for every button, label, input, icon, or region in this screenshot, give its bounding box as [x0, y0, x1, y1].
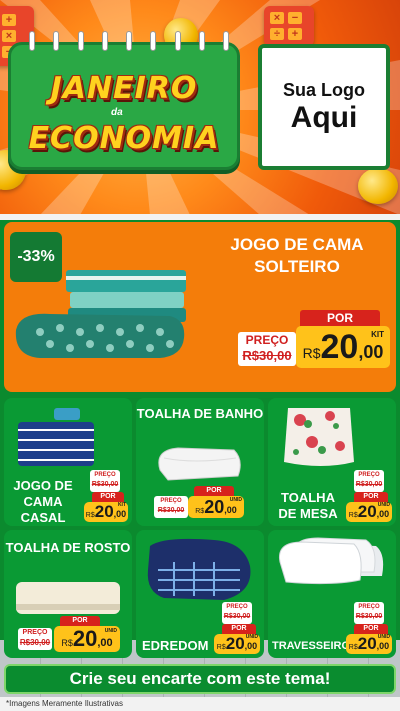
title-line1: JANEIRO	[50, 71, 198, 106]
new-price: R$ 20,00 UNID	[54, 626, 120, 652]
old-price: R$30,00	[355, 481, 383, 488]
old-price-tag: PREÇO R$30,00	[18, 628, 52, 650]
por-label: POR	[300, 310, 380, 326]
unit-label: UNID	[229, 497, 242, 503]
unit-label: KIT	[371, 330, 384, 339]
product-name: TOALHA DE BANHO	[136, 406, 264, 421]
title-connector: da	[111, 107, 123, 118]
product-name: TOALHA DE MESA	[278, 490, 338, 521]
price-int: 20	[72, 626, 98, 651]
product-image	[278, 537, 384, 585]
old-price: R$30,00	[223, 613, 251, 620]
currency: R$	[348, 512, 358, 519]
price-int: 20	[225, 634, 245, 653]
cta-button[interactable]: Crie seu encarte com este tema!	[4, 664, 396, 694]
product-image	[284, 408, 354, 466]
disclaimer: *Imagens Meramente Ilustrativas	[0, 697, 400, 711]
preco-label: PREÇO	[245, 333, 289, 347]
por-label: POR	[194, 486, 234, 496]
product-card[interactable]: JOGO DE CAMA CASAL PREÇO R$30,00 POR R$ 2…	[4, 398, 132, 526]
new-price: R$ 20,00 KIT	[84, 502, 128, 522]
old-price-tag: PREÇO R$30,00	[354, 470, 384, 492]
logo-line2: Aqui	[290, 101, 358, 134]
logo-placeholder[interactable]: Sua Logo Aqui	[258, 44, 390, 170]
unit-label: KIT	[117, 502, 126, 508]
divider	[0, 214, 400, 220]
old-price: R$30,00	[91, 481, 119, 488]
old-price-tag: PREÇO R$30,00	[238, 332, 296, 366]
currency: R$	[195, 508, 205, 515]
header-banner: +×− ×−÷+ JANEIRO ECONOMIA da Sua Logo Aq…	[0, 0, 400, 215]
old-price: R$30,00	[242, 348, 292, 363]
price-int: 20	[357, 502, 377, 521]
calculator-icon: × − ÷ +	[264, 6, 314, 46]
por-label: POR	[60, 616, 100, 626]
product-name: JOGO DE CAMA CASAL	[13, 478, 73, 525]
preco-label: PREÇO	[160, 498, 182, 504]
currency: R$	[216, 644, 226, 651]
preco-label: PREÇO	[94, 472, 116, 478]
product-card[interactable]: TOALHA DE BANHO PREÇO R$30,00 POR R$ 20,0…	[136, 398, 264, 526]
product-card[interactable]: TRAVESSEIRO PREÇO R$30,00 POR R$ 20,00 UN…	[268, 530, 396, 658]
logo-line1: Sua Logo	[283, 80, 365, 100]
featured-product-title: JOGO DE CAMA SOLTEIRO	[230, 235, 364, 276]
new-price: R$ 20,00 UNID	[188, 496, 244, 518]
old-price-tag: PREÇO R$30,00	[222, 602, 252, 624]
unit-label: UNID	[245, 634, 258, 640]
currency: R$	[61, 638, 73, 648]
new-price: R$ 20,00 KIT	[296, 326, 390, 368]
price-int: 20	[320, 328, 359, 366]
old-price-tag: PREÇO R$30,00	[90, 470, 120, 492]
currency: R$	[85, 512, 95, 519]
bedding-set-image	[15, 270, 186, 358]
price-int: 20	[357, 634, 377, 653]
preco-label: PREÇO	[22, 629, 48, 636]
unit-label: UNID	[104, 628, 117, 634]
product-card[interactable]: EDREDOM PREÇO R$30,00 POR R$ 20,00 UNID	[136, 530, 264, 658]
product-name: EDREDOM	[142, 638, 209, 653]
old-price: R$30,00	[157, 507, 185, 514]
currency: R$	[302, 345, 321, 361]
product-card[interactable]: TOALHA DE MESA PREÇO R$30,00 POR R$ 20,00…	[268, 398, 396, 526]
unit-label: UNID	[377, 502, 390, 508]
price-int: 20	[204, 497, 225, 517]
product-image	[16, 582, 120, 614]
old-price-tag: PREÇO R$30,00	[354, 602, 384, 624]
product-image	[147, 538, 251, 600]
old-price-tag: PREÇO R$30,00	[154, 496, 188, 518]
title-line2: ECONOMIA	[28, 121, 220, 156]
product-card[interactable]: TOALHA DE ROSTO PREÇO R$30,00 POR R$ 20,0…	[4, 530, 132, 658]
price-int: 20	[94, 502, 114, 521]
unit-label: UNID	[377, 634, 390, 640]
product-image	[18, 408, 94, 466]
preco-label: PREÇO	[358, 472, 380, 478]
preco-label: PREÇO	[226, 604, 248, 610]
calendar-title-badge: JANEIRO ECONOMIA da	[8, 31, 240, 170]
product-image	[158, 447, 241, 481]
currency: R$	[348, 644, 358, 651]
new-price: R$ 20,00 UNID	[346, 502, 392, 522]
new-price: R$ 20,00 UNID	[214, 634, 260, 654]
product-name: TRAVESSEIRO	[272, 640, 351, 652]
old-price: R$30,00	[19, 638, 51, 647]
product-name: TOALHA DE ROSTO	[5, 540, 131, 555]
old-price: R$30,00	[355, 613, 383, 620]
new-price: R$ 20,00 UNID	[346, 634, 392, 654]
featured-product-card[interactable]: -33% JOGO DE CAMA SOLTEIRO PREÇO R$30,00…	[4, 222, 396, 392]
coin-icon	[358, 168, 398, 204]
preco-label: PREÇO	[358, 604, 380, 610]
